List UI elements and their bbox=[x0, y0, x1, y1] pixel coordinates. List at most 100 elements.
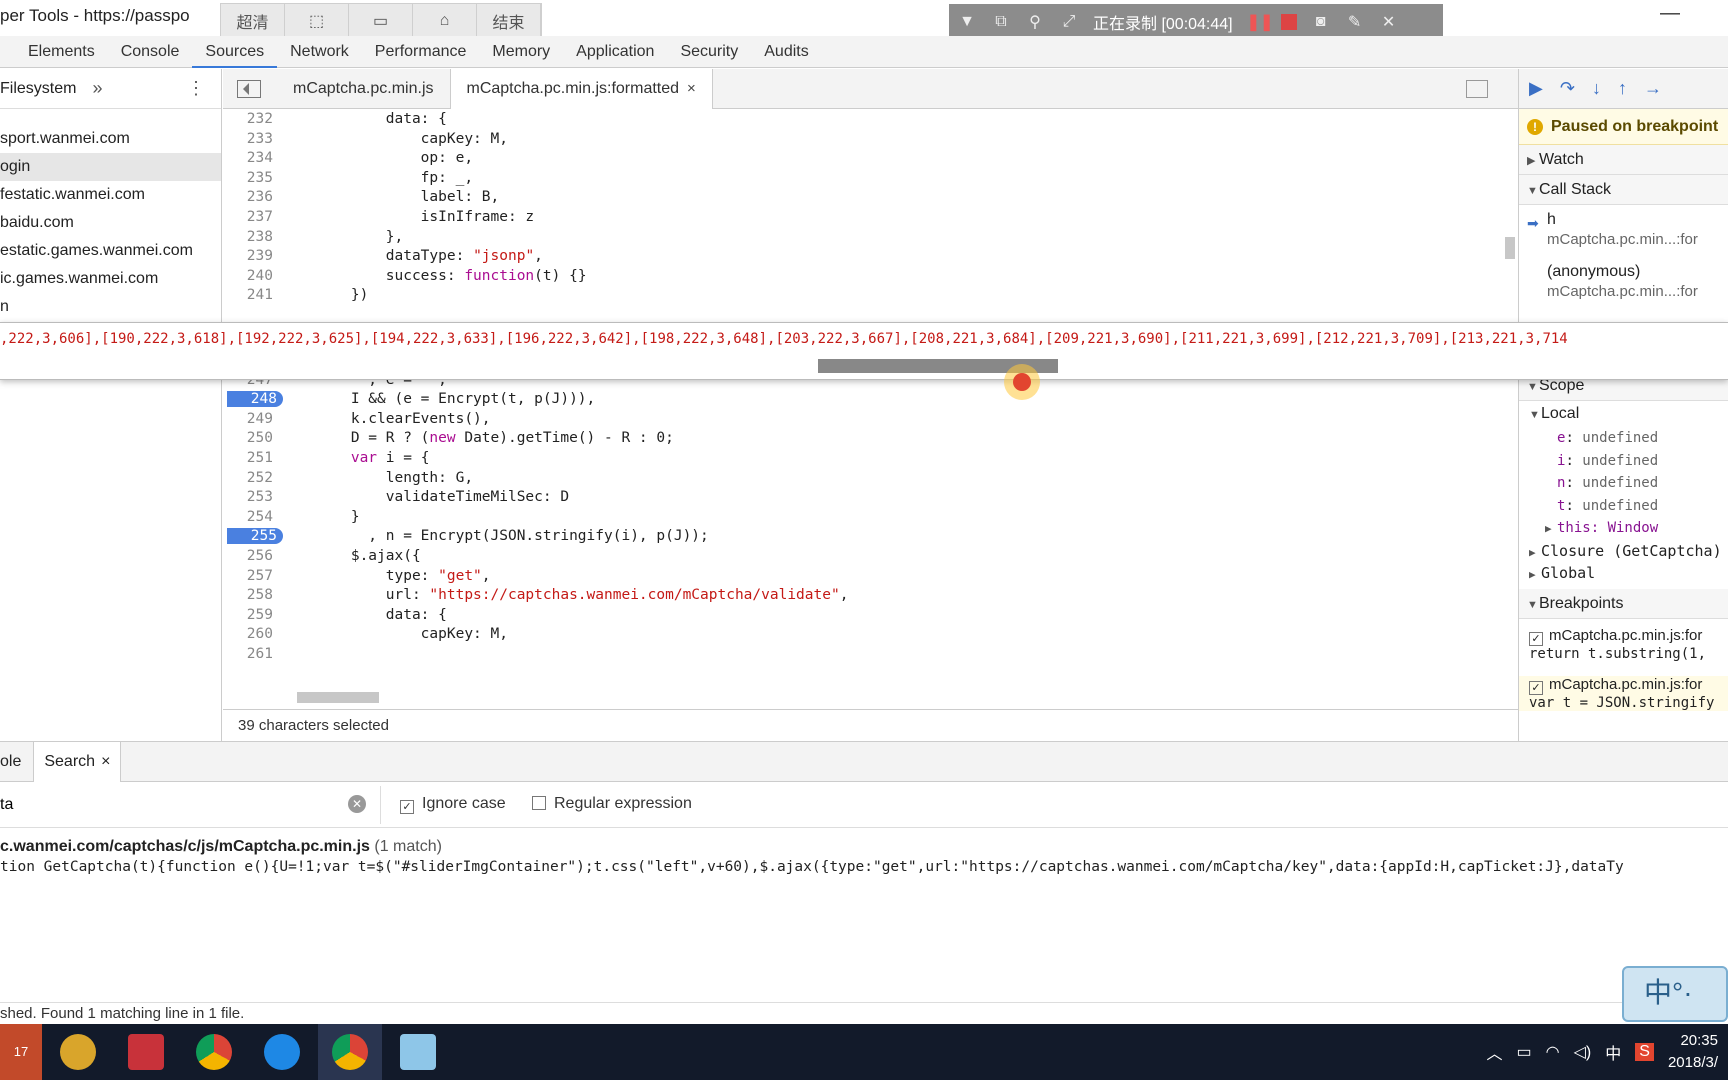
sogou-icon[interactable]: S bbox=[1635, 1043, 1654, 1061]
taskbar-app[interactable] bbox=[250, 1024, 314, 1080]
line-number[interactable]: 233 bbox=[223, 131, 273, 147]
tab-memory[interactable]: Memory bbox=[479, 36, 563, 68]
tab-console[interactable]: Console bbox=[108, 36, 193, 68]
code-line[interactable]: 250 D = R ? (new Date).getTime() - R : 0… bbox=[223, 430, 1493, 450]
battery-icon[interactable]: ▭ bbox=[1517, 1042, 1532, 1062]
taskbar-app[interactable] bbox=[46, 1024, 110, 1080]
tree-item[interactable]: festatic.wanmei.com bbox=[0, 181, 221, 209]
taskbar-app-first[interactable]: 17 bbox=[0, 1024, 42, 1080]
close-tab-icon[interactable]: × bbox=[101, 753, 110, 770]
ime-indicator[interactable]: 中°· bbox=[1622, 966, 1728, 1022]
code-line[interactable]: 255 , n = Encrypt(JSON.stringify(i), p(J… bbox=[223, 528, 1493, 548]
recorder-tab-hd[interactable]: 超清 bbox=[221, 4, 285, 38]
tab-audits[interactable]: Audits bbox=[751, 36, 821, 68]
recorder-tab-region[interactable]: ⬚ bbox=[285, 4, 349, 38]
line-number[interactable]: 256 bbox=[223, 548, 273, 564]
clock[interactable]: 20:35 2018/3/ bbox=[1668, 1030, 1718, 1074]
code-line[interactable]: 258 url: "https://captchas.wanmei.com/mC… bbox=[223, 587, 1493, 607]
dropdown-icon[interactable]: ▼ bbox=[957, 13, 977, 31]
tab-security[interactable]: Security bbox=[667, 36, 751, 68]
taskbar-chrome[interactable] bbox=[182, 1024, 246, 1080]
code-line[interactable]: 257 type: "get", bbox=[223, 568, 1493, 588]
line-number[interactable]: 252 bbox=[223, 470, 273, 486]
tab-network[interactable]: Network bbox=[277, 36, 362, 68]
code-line[interactable]: 236 label: B, bbox=[223, 189, 1493, 209]
minimize-icon[interactable]: — bbox=[1660, 2, 1680, 25]
recorder-tab-end[interactable]: 结束 bbox=[477, 4, 541, 38]
tree-item[interactable]: baidu.com bbox=[0, 209, 221, 237]
scroll-thumb[interactable] bbox=[297, 692, 379, 703]
code-line[interactable]: 241 }) bbox=[223, 287, 1493, 307]
regex-option[interactable]: Regular expression bbox=[532, 795, 692, 813]
recorder-tab-window[interactable]: ▭ bbox=[349, 4, 413, 38]
breakpoint-checkbox[interactable]: ✓ bbox=[1529, 631, 1543, 646]
code-line[interactable]: 249 k.clearEvents(), bbox=[223, 411, 1493, 431]
code-line[interactable]: 233 capKey: M, bbox=[223, 131, 1493, 151]
breakpoint-item[interactable]: ✓ mCaptcha.pc.min.js:for bbox=[1519, 676, 1728, 695]
code-line[interactable]: 238 }, bbox=[223, 229, 1493, 249]
toggle-debugger-icon[interactable] bbox=[1466, 80, 1488, 98]
chevron-up-icon[interactable]: ︿ bbox=[1487, 1040, 1503, 1064]
code-line[interactable]: 256 $.ajax({ bbox=[223, 548, 1493, 568]
breakpoint-marker[interactable]: 248 bbox=[227, 391, 283, 408]
line-number[interactable]: 238 bbox=[223, 229, 273, 245]
code-line[interactable]: 240 success: function(t) {} bbox=[223, 268, 1493, 288]
toggle-navigator-icon[interactable] bbox=[237, 79, 261, 98]
code-line[interactable]: 259 data: { bbox=[223, 607, 1493, 627]
kebab-menu-icon[interactable]: ⋮ bbox=[187, 78, 205, 99]
resize-icon[interactable]: ⤢ bbox=[1059, 13, 1079, 31]
step-icon[interactable]: → bbox=[1644, 78, 1662, 99]
tree-item[interactable]: ic.games.wanmei.com bbox=[0, 265, 221, 293]
pen-icon[interactable]: ✎ bbox=[1345, 12, 1365, 32]
camera-icon[interactable]: ◙ bbox=[1311, 13, 1331, 31]
search-result-file[interactable]: c.wanmei.com/captchas/c/js/mCaptcha.pc.m… bbox=[0, 838, 442, 856]
wifi-icon[interactable]: ◠ bbox=[1546, 1042, 1560, 1062]
close-tab-icon[interactable]: × bbox=[687, 80, 696, 97]
line-number[interactable]: 254 bbox=[223, 509, 273, 525]
tab-search[interactable]: Search × bbox=[33, 741, 122, 782]
ignore-case-option[interactable]: ✓ Ignore case bbox=[400, 795, 506, 814]
code-line[interactable]: 235 fp: _, bbox=[223, 170, 1493, 190]
search-icon[interactable]: ⚲ bbox=[1025, 12, 1045, 32]
editor-vertical-scrollbar[interactable] bbox=[1502, 109, 1518, 689]
resume-icon[interactable]: ▶ bbox=[1529, 78, 1543, 99]
code-line[interactable]: 251 var i = { bbox=[223, 450, 1493, 470]
code-line[interactable]: 261 bbox=[223, 646, 1493, 666]
tab-filesystem[interactable]: Filesystem bbox=[0, 80, 76, 98]
tree-item[interactable]: estatic.games.wanmei.com bbox=[0, 237, 221, 265]
taskbar-chrome-active[interactable] bbox=[318, 1024, 382, 1080]
regex-checkbox[interactable] bbox=[532, 796, 546, 810]
line-number[interactable]: 237 bbox=[223, 209, 273, 225]
code-line[interactable]: 248 I && (e = Encrypt(t, p(J))), bbox=[223, 391, 1493, 411]
clear-search-icon[interactable]: ✕ bbox=[348, 795, 366, 813]
line-number[interactable]: 235 bbox=[223, 170, 273, 186]
editor-horizontal-scrollbar[interactable] bbox=[283, 689, 1503, 705]
search-input[interactable] bbox=[0, 790, 372, 820]
line-number[interactable]: 249 bbox=[223, 411, 273, 427]
taskbar-app[interactable] bbox=[386, 1024, 450, 1080]
local-scope[interactable]: ▼Local bbox=[1519, 401, 1728, 427]
line-number[interactable]: 261 bbox=[223, 646, 273, 662]
code-line[interactable]: 260 capKey: M, bbox=[223, 626, 1493, 646]
editor-tab-formatted[interactable]: mCaptcha.pc.min.js:formatted × bbox=[449, 68, 713, 109]
scroll-thumb[interactable] bbox=[1505, 237, 1515, 259]
tab-elements[interactable]: Elements bbox=[15, 36, 108, 68]
line-number[interactable]: 240 bbox=[223, 268, 273, 284]
call-frame[interactable]: ➡ h mCaptcha.pc.min...:for bbox=[1519, 211, 1728, 263]
stop-icon[interactable] bbox=[1280, 14, 1297, 30]
tree-item[interactable]: n bbox=[0, 293, 221, 321]
line-number[interactable]: 241 bbox=[223, 287, 273, 303]
breakpoint-marker[interactable]: 255 bbox=[227, 528, 283, 545]
editor-tab-minified[interactable]: mCaptcha.pc.min.js bbox=[277, 69, 450, 109]
line-number[interactable]: 234 bbox=[223, 150, 273, 166]
close-icon[interactable]: ✕ bbox=[1379, 12, 1399, 32]
ime-tray-label[interactable]: 中 bbox=[1605, 1040, 1621, 1064]
call-stack-section[interactable]: ▼Call Stack bbox=[1519, 175, 1728, 205]
code-lines[interactable]: 232 data: {233 capKey: M, 234 op: e, 235 f… bbox=[223, 109, 1493, 689]
breakpoints-section[interactable]: ▼Breakpoints bbox=[1519, 588, 1728, 619]
ignore-case-checkbox[interactable]: ✓ bbox=[400, 800, 414, 814]
line-number[interactable]: 259 bbox=[223, 607, 273, 623]
volume-icon[interactable]: ◁) bbox=[1574, 1042, 1592, 1062]
tab-performance[interactable]: Performance bbox=[362, 36, 480, 68]
search-result-line[interactable]: tion GetCaptcha(t){function e(){U=!1;var… bbox=[0, 859, 1624, 875]
